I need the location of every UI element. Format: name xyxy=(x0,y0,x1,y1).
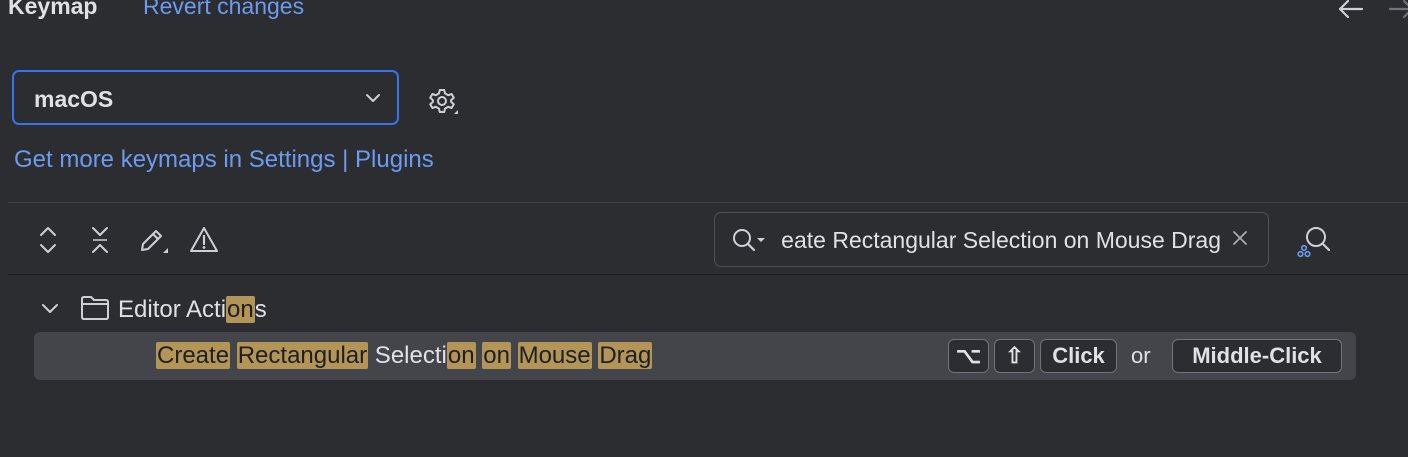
section-divider xyxy=(8,202,1408,203)
search-match-highlight: on xyxy=(446,342,476,369)
expand-all-button[interactable] xyxy=(30,222,66,258)
keymap-settings-button[interactable] xyxy=(424,84,460,120)
search-match-highlight: on xyxy=(482,342,511,369)
keymap-dropdown[interactable]: macOS xyxy=(12,70,399,125)
gear-icon xyxy=(429,89,458,114)
revert-changes-link[interactable]: Revert changes xyxy=(143,0,304,18)
option-key-badge: ⌥ xyxy=(948,339,989,373)
search-match-highlight: Mouse xyxy=(517,342,592,369)
expand-all-icon xyxy=(40,227,56,253)
click-key-badge: Click xyxy=(1040,339,1117,373)
warning-icon xyxy=(190,227,218,252)
edit-shortcut-button[interactable] xyxy=(134,222,170,258)
keymap-selected-value: macOS xyxy=(34,86,114,112)
back-button[interactable] xyxy=(1336,0,1366,22)
conflicts-filter-button[interactable] xyxy=(186,222,222,258)
forward-button[interactable] xyxy=(1386,0,1408,22)
group-label-part: s xyxy=(254,296,267,323)
plugins-link[interactable]: Plugins xyxy=(355,146,434,173)
chevron-down-icon[interactable] xyxy=(38,296,62,320)
link-separator: | xyxy=(342,146,349,173)
search-match-highlight: on xyxy=(226,296,255,323)
clear-icon[interactable] xyxy=(1230,228,1250,248)
search-input[interactable] xyxy=(779,221,1223,259)
group-label-part: Editor Acti xyxy=(118,296,227,323)
shortcut-or-label: or xyxy=(1131,343,1151,368)
action-label-part xyxy=(511,342,518,369)
action-label-part xyxy=(230,342,237,369)
collapse-all-button[interactable] xyxy=(82,222,118,258)
find-by-shortcut-button[interactable] xyxy=(1294,222,1334,260)
chevron-down-icon xyxy=(366,94,380,102)
more-keymaps-link-row: Get more keymaps in Settings | Plugins xyxy=(14,146,434,174)
search-match-highlight: Create xyxy=(156,342,231,369)
arrow-right-icon xyxy=(1388,0,1408,19)
folder-icon xyxy=(81,296,109,320)
page-title: Keymap xyxy=(8,0,98,19)
search-match-highlight: Drag xyxy=(598,342,653,369)
search-icon xyxy=(733,229,765,252)
shift-key-badge: ⇧ xyxy=(994,339,1035,373)
collapse-all-icon xyxy=(92,227,108,253)
search-match-highlight: Rectangular xyxy=(236,342,369,369)
middle-click-key-badge: Middle-Click xyxy=(1172,339,1342,373)
edit-icon xyxy=(141,230,168,253)
settings-plugins-link[interactable]: Get more keymaps in Settings xyxy=(14,146,335,173)
action-label[interactable]: Create Rectangular Selection on Mouse Dr… xyxy=(156,341,653,371)
tree-group-editor-actions[interactable]: Editor Actions xyxy=(118,296,267,324)
arrow-left-icon xyxy=(1338,0,1364,19)
search-field[interactable] xyxy=(714,212,1269,267)
action-label-part: Selecti xyxy=(368,342,447,369)
find-shortcut-icon xyxy=(1297,227,1331,258)
